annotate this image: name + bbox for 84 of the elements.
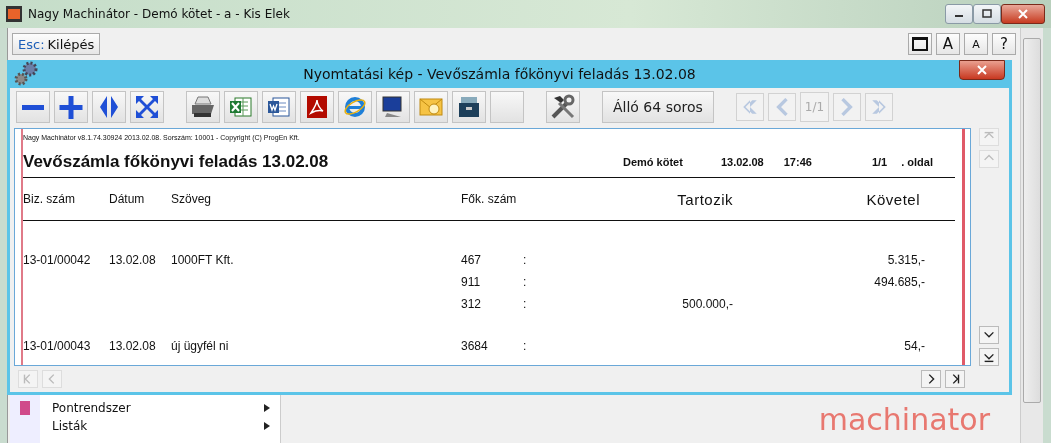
toolbar-button[interactable] [186, 91, 220, 123]
app-icon [6, 6, 22, 22]
column-header: Fők. szám [461, 192, 518, 206]
report-title: Vevőszámla főkönyvi feladás 13.02.08 [23, 152, 330, 172]
toolbar-button[interactable] [130, 91, 164, 123]
table-cell-text: 13-01/00043 [23, 339, 92, 353]
toolbar-button[interactable] [262, 91, 296, 123]
scroll-bottom-button[interactable] [979, 348, 999, 366]
toolbar-button[interactable] [224, 91, 258, 123]
toolbar-button[interactable] [54, 91, 88, 123]
report-header: 17:46 [783, 156, 812, 168]
table-cell-text: 3684 [461, 339, 489, 353]
menu-item[interactable]: Listák [40, 417, 280, 435]
menu-icon [20, 401, 30, 415]
table-cell-text: 13-01/00042 [23, 253, 92, 267]
scrollbar-thumb[interactable] [1023, 38, 1041, 403]
table-cell-text: új ügyfél ni [171, 339, 230, 353]
table-cell-text: 911 [461, 275, 482, 289]
pdf-icon [306, 95, 328, 119]
table-cell-text: : [523, 297, 528, 311]
fit-width-icon [99, 95, 119, 119]
maximize-button[interactable] [973, 4, 1001, 24]
close-button[interactable] [959, 60, 1005, 80]
close-icon [977, 65, 987, 75]
close-icon [1018, 9, 1028, 19]
table-cell-text: 500.000,- [681, 297, 733, 311]
gears-icon [12, 61, 40, 87]
report-header: 13.02.08 [720, 156, 764, 168]
exit-button[interactable]: Esc: Kilépés [12, 33, 101, 55]
toolbar-button[interactable] [92, 91, 126, 123]
toolbar-button[interactable] [300, 91, 334, 123]
scroll-start-button[interactable] [18, 370, 38, 388]
toolbar-button[interactable]: ? [992, 33, 1016, 55]
column-header: Dátum [109, 192, 146, 206]
table-cell-text: 494.685,- [873, 275, 925, 289]
table-cell-text: 13.02.08 [109, 339, 157, 353]
report-header: 1/1 [871, 156, 888, 168]
toolbar-button[interactable]: A [964, 33, 988, 55]
report-header: . oldal [901, 156, 933, 168]
orientation-button[interactable]: Álló 64 soros [602, 91, 714, 123]
spreadsheet-icon [229, 95, 253, 119]
scroll-down-button[interactable] [979, 326, 999, 344]
browser-icon [343, 95, 367, 119]
zoom-in-icon [59, 95, 83, 119]
logo: machinator [817, 400, 991, 439]
zoom-out-icon [22, 104, 44, 110]
toolbar-button[interactable]: A [936, 33, 960, 55]
report-header: Demó kötet [623, 156, 683, 168]
menu-item[interactable]: Pontrendszer [40, 399, 280, 417]
scroll-end-button[interactable] [945, 370, 965, 388]
toolbar-button[interactable] [452, 91, 486, 123]
table-cell-text: 5.315,- [886, 253, 925, 267]
table-cell-text: : [523, 339, 528, 353]
window-title: Nagy Machinátor - Demó kötet - a - Kis Elek [28, 7, 291, 21]
scroll-right-button[interactable] [921, 370, 941, 388]
tools-icon [550, 94, 576, 120]
maximize-icon [982, 9, 992, 19]
column-header: Tartozik [676, 190, 733, 208]
toolbar-button[interactable] [546, 91, 580, 123]
table-cell-text: : [523, 253, 528, 267]
table-cell-text: 1000FT Kft. [171, 253, 235, 267]
dialog-title: Nyomtatási kép - Vevőszámla főkönyvi feladás 13.02.08 [302, 66, 697, 82]
toolbar-button[interactable] [16, 91, 50, 123]
table-cell-text: : [523, 275, 528, 289]
column-header: Szöveg [171, 192, 213, 206]
table-cell-text: 467 [461, 253, 483, 267]
monitor-icon [381, 95, 405, 119]
column-header: Biz. szám [23, 192, 76, 206]
envelope-icon [419, 95, 443, 119]
fit-page-icon [135, 95, 159, 119]
close-button[interactable] [1001, 4, 1045, 24]
minimize-button[interactable] [945, 4, 973, 24]
table-cell-text: 312 [461, 297, 483, 311]
toolbar-button[interactable] [376, 91, 410, 123]
printer-icon [190, 95, 216, 119]
cabinet-icon [457, 95, 481, 119]
column-header: Követel [865, 190, 921, 208]
chevron-left-icon [774, 98, 789, 116]
window-mode-button[interactable] [908, 33, 932, 55]
page-indicator: 1/1 [799, 92, 830, 122]
chevron-right-icon [840, 98, 855, 116]
table-cell-text: 54,- [903, 339, 925, 353]
document-icon [267, 95, 291, 119]
table-cell-text: 13.02.08 [109, 253, 157, 267]
